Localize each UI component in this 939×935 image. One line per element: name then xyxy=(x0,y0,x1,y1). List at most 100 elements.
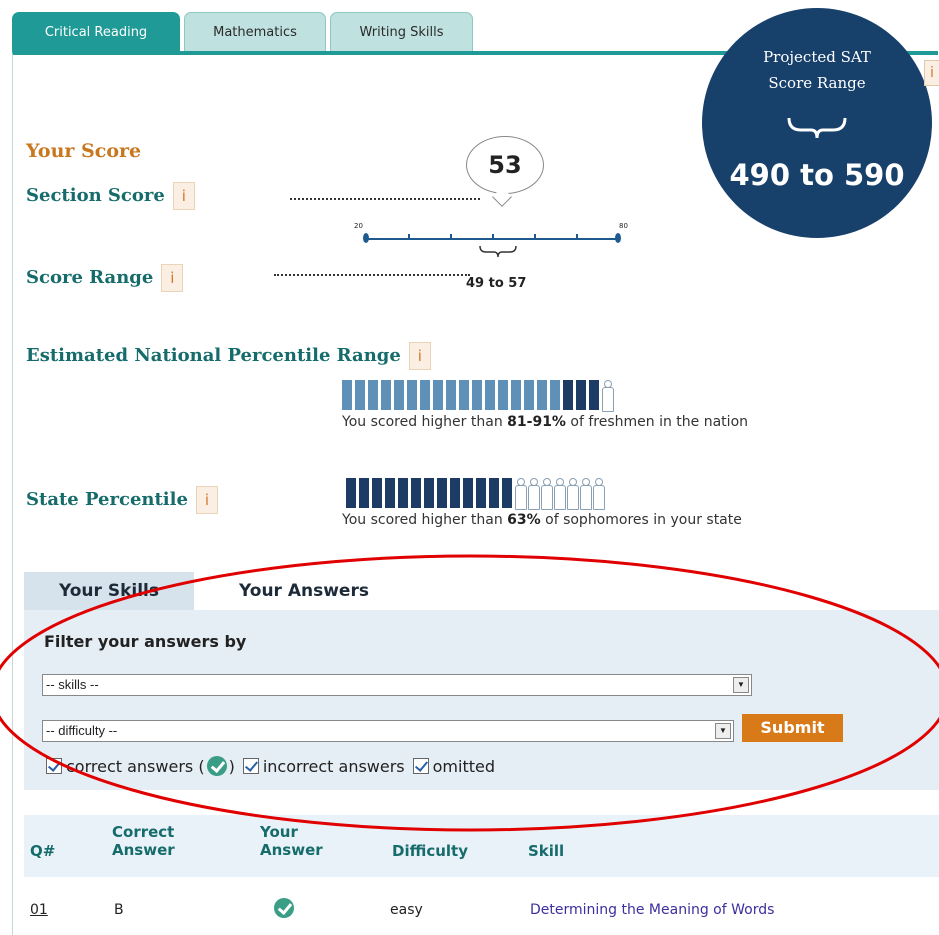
score-range-label: Score Range i xyxy=(26,264,184,292)
person-icon xyxy=(459,380,469,410)
chevron-down-icon: ▼ xyxy=(733,677,749,693)
col-your-answer: Your Answer xyxy=(260,823,323,859)
correct-answers-checkbox[interactable] xyxy=(46,758,62,774)
state-percentile-info-icon[interactable]: i xyxy=(195,486,218,514)
scale-tick xyxy=(450,234,452,238)
omitted-checkbox[interactable] xyxy=(412,758,429,774)
answers-table-header: Q# Correct Answer Your Answer Difficulty S… xyxy=(24,815,939,877)
col-skill: Skill xyxy=(528,842,565,860)
difficulty-cell: easy xyxy=(390,902,423,918)
col-question-number: Q# xyxy=(30,842,56,860)
difficulty-select[interactable]: -- difficulty -- ▼ xyxy=(42,720,734,742)
person-icon xyxy=(567,478,579,510)
brace-icon xyxy=(787,117,847,139)
national-percentile-info-icon[interactable]: i xyxy=(408,342,431,370)
person-icon xyxy=(485,380,495,410)
person-icon xyxy=(602,380,614,412)
person-icon xyxy=(368,380,378,410)
tab-your-skills[interactable]: Your Skills xyxy=(24,572,194,610)
person-icon xyxy=(511,380,521,410)
person-icon xyxy=(524,380,534,410)
person-icon xyxy=(398,478,408,508)
person-icon xyxy=(446,380,456,410)
table-row: 01 B easy Determining the Meaning of Wor… xyxy=(24,880,939,930)
section-score-label: Section Score i xyxy=(26,182,195,210)
state-percentile-figures xyxy=(346,478,605,510)
scale-end-dot xyxy=(615,233,621,243)
section-score-leader xyxy=(290,198,480,200)
person-icon xyxy=(355,380,365,410)
scale-tick xyxy=(408,234,410,238)
col-correct-answer: Correct Answer xyxy=(112,823,175,859)
filter-title: Filter your answers by xyxy=(44,632,247,651)
state-percentile-label: State Percentile i xyxy=(26,486,218,514)
person-icon xyxy=(424,478,434,508)
correct-check-icon xyxy=(274,898,294,918)
national-percentile-label: Estimated National Percentile Range i xyxy=(26,342,431,370)
person-icon xyxy=(502,478,512,508)
scale-max-label: 80 xyxy=(619,222,628,230)
person-icon xyxy=(346,478,356,508)
score-range-brace-icon xyxy=(479,245,517,258)
section-score-bubble: 53 xyxy=(466,136,544,194)
incorrect-answers-checkbox[interactable] xyxy=(242,758,259,774)
scale-tick xyxy=(576,234,578,238)
person-icon xyxy=(437,478,447,508)
person-icon xyxy=(450,478,460,508)
state-percentile-text: You scored higher than 63% of sophomores… xyxy=(342,512,742,528)
chevron-down-icon: ▼ xyxy=(715,723,731,739)
skill-link[interactable]: Determining the Meaning of Words xyxy=(530,902,774,918)
person-icon xyxy=(433,380,443,410)
section-score-info-icon[interactable]: i xyxy=(172,182,195,210)
person-icon xyxy=(407,380,417,410)
correct-check-icon xyxy=(206,756,227,776)
score-range-info-icon[interactable]: i xyxy=(161,264,184,292)
person-icon xyxy=(342,380,352,410)
tab-your-answers[interactable]: Your Answers xyxy=(194,572,414,610)
person-icon xyxy=(372,478,382,508)
projected-title-line1: Projected SAT xyxy=(763,48,871,66)
person-icon xyxy=(589,380,599,410)
person-icon xyxy=(498,380,508,410)
tab-mathematics[interactable]: Mathematics xyxy=(184,12,326,52)
score-scale xyxy=(366,238,618,240)
person-icon xyxy=(576,380,586,410)
person-icon xyxy=(550,380,560,410)
person-icon xyxy=(385,478,395,508)
person-icon xyxy=(420,380,430,410)
projected-title-line2: Score Range xyxy=(768,74,866,92)
correct-answer-cell: B xyxy=(114,902,124,918)
tab-writing-skills[interactable]: Writing Skills xyxy=(330,12,473,52)
your-score-heading: Your Score xyxy=(26,140,142,162)
projected-info-icon[interactable]: i xyxy=(924,60,939,86)
person-icon xyxy=(411,478,421,508)
person-icon xyxy=(463,478,473,508)
projected-range: 490 to 590 xyxy=(729,158,905,192)
projected-score-circle: Projected SAT Score Range 490 to 590 xyxy=(702,8,932,238)
tab-critical-reading[interactable]: Critical Reading xyxy=(12,12,180,52)
scale-tick xyxy=(492,234,494,238)
person-icon xyxy=(472,380,482,410)
scale-min-label: 20 xyxy=(354,222,363,230)
person-icon xyxy=(489,478,499,508)
national-percentile-figures xyxy=(342,380,614,412)
person-icon xyxy=(541,478,553,510)
person-icon xyxy=(593,478,605,510)
col-difficulty: Difficulty xyxy=(392,842,468,860)
submit-button[interactable]: Submit xyxy=(742,714,843,742)
question-link[interactable]: 01 xyxy=(30,902,48,918)
person-icon xyxy=(537,380,547,410)
person-icon xyxy=(528,478,540,510)
person-icon xyxy=(381,380,391,410)
filter-panel: Filter your answers by -- skills -- ▼ --… xyxy=(24,610,939,790)
answer-type-filters: correct answers ( ) incorrect answers om… xyxy=(46,756,495,776)
skills-select[interactable]: -- skills -- ▼ xyxy=(42,674,752,696)
person-icon xyxy=(359,478,369,508)
person-icon xyxy=(554,478,566,510)
person-icon xyxy=(515,478,527,510)
person-icon xyxy=(563,380,573,410)
national-percentile-text: You scored higher than 81-91% of freshme… xyxy=(342,414,749,430)
score-range-value: 49 to 57 xyxy=(466,276,527,291)
person-icon xyxy=(476,478,486,508)
score-range-leader xyxy=(274,274,470,276)
